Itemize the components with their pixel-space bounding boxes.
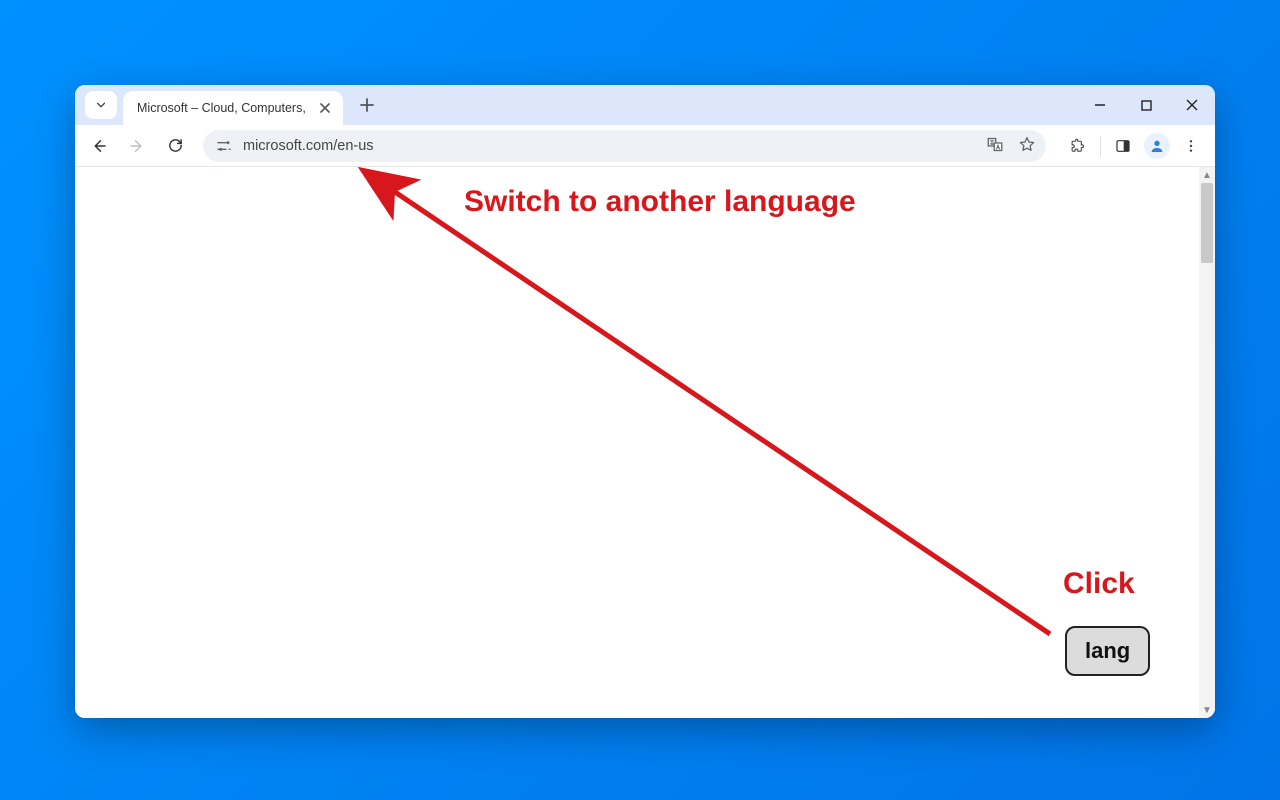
annotation-headline: Switch to another language — [464, 185, 856, 219]
extensions-button[interactable] — [1062, 130, 1094, 162]
translate-icon — [986, 135, 1004, 153]
arrow-right-icon — [128, 137, 146, 155]
plus-icon — [360, 98, 374, 112]
reload-button[interactable] — [159, 130, 191, 162]
maximize-button[interactable] — [1123, 85, 1169, 125]
minimize-icon — [1094, 99, 1106, 111]
close-window-button[interactable] — [1169, 85, 1215, 125]
chevron-down-icon — [94, 98, 108, 112]
annotation-click-label: Click — [1063, 567, 1135, 601]
tab-close-button[interactable] — [317, 100, 333, 116]
tab-title: Microsoft – Cloud, Computers, — [137, 101, 309, 115]
back-button[interactable] — [83, 130, 115, 162]
close-icon — [320, 103, 330, 113]
browser-window: Microsoft – Cloud, Computers, — [75, 85, 1215, 718]
profile-button[interactable] — [1141, 130, 1173, 162]
bookmark-button[interactable] — [1018, 135, 1036, 156]
lang-button[interactable]: lang — [1065, 626, 1150, 676]
toolbar-divider — [1100, 136, 1101, 156]
puzzle-icon — [1070, 137, 1087, 154]
forward-button[interactable] — [121, 130, 153, 162]
scroll-up-button[interactable]: ▲ — [1199, 167, 1215, 183]
maximize-icon — [1141, 100, 1152, 111]
close-icon — [1186, 99, 1198, 111]
window-controls — [1077, 85, 1215, 125]
page-content: Switch to another language Click lang ▲ … — [75, 167, 1215, 718]
sidepanel-icon — [1115, 138, 1131, 154]
vertical-scrollbar[interactable]: ▲ ▼ — [1199, 167, 1215, 718]
sidepanel-button[interactable] — [1107, 130, 1139, 162]
avatar — [1144, 133, 1170, 159]
menu-button[interactable] — [1175, 130, 1207, 162]
reload-icon — [167, 137, 184, 154]
scroll-down-button[interactable]: ▼ — [1199, 702, 1215, 718]
tab-search-button[interactable] — [85, 91, 117, 119]
site-info-button[interactable] — [215, 137, 233, 155]
new-tab-button[interactable] — [353, 91, 381, 119]
active-tab[interactable]: Microsoft – Cloud, Computers, — [123, 91, 343, 125]
extensions-area — [1062, 130, 1207, 162]
address-bar[interactable]: microsoft.com/en-us — [203, 130, 1046, 162]
toolbar: microsoft.com/en-us — [75, 125, 1215, 167]
annotation-arrow — [75, 167, 1215, 718]
person-icon — [1149, 138, 1165, 154]
url-text: microsoft.com/en-us — [243, 138, 1034, 154]
minimize-button[interactable] — [1077, 85, 1123, 125]
tab-strip: Microsoft – Cloud, Computers, — [75, 85, 1215, 125]
arrow-left-icon — [90, 137, 108, 155]
tune-icon — [216, 138, 232, 154]
scrollbar-thumb[interactable] — [1201, 183, 1213, 263]
kebab-icon — [1183, 138, 1199, 154]
translate-button[interactable] — [986, 135, 1004, 156]
star-icon — [1018, 135, 1036, 153]
